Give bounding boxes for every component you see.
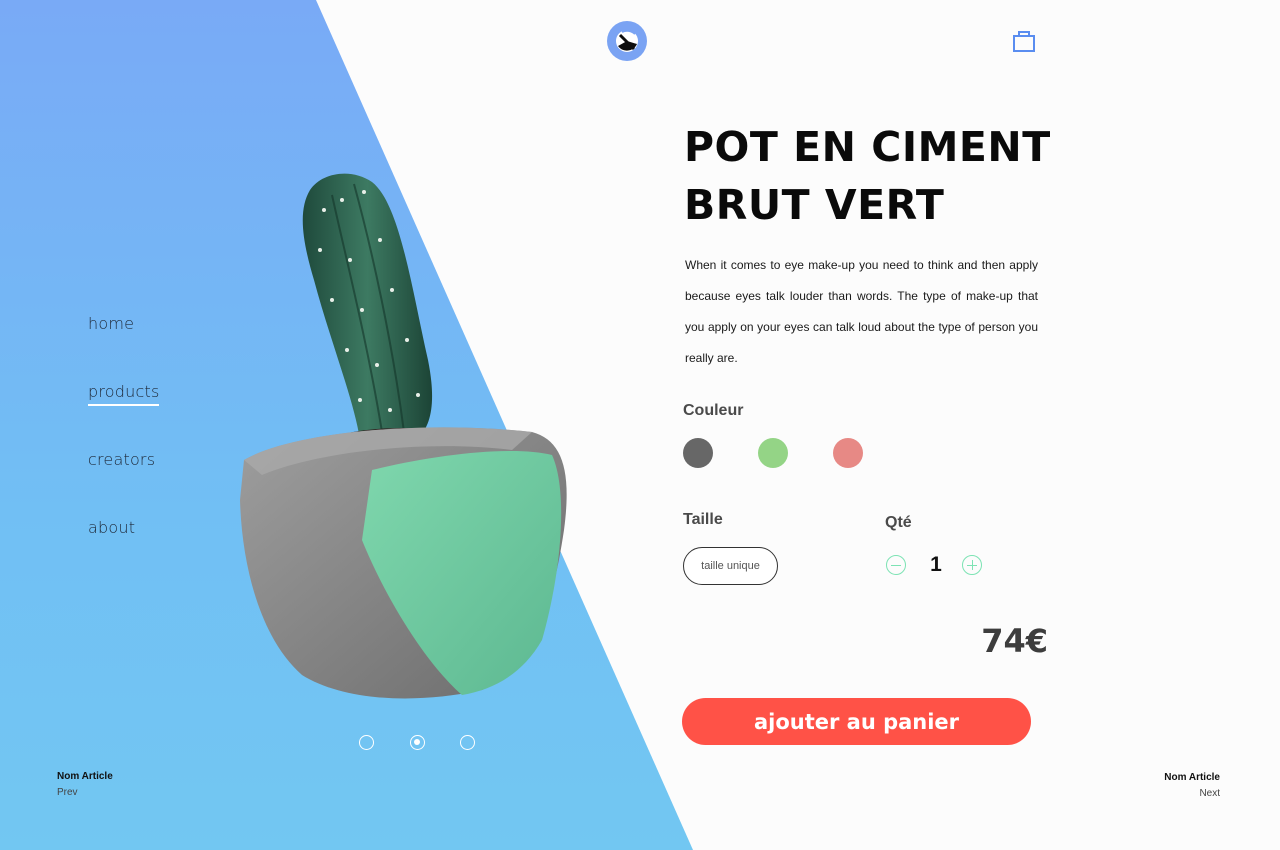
nav-item-products[interactable]: products [88,382,160,450]
color-swatch-grey[interactable] [683,438,713,468]
color-label: Couleur [683,402,744,419]
product-image [232,170,577,710]
qty-value: 1 [930,553,942,576]
side-nav: home products creators about [88,314,160,586]
prev-label: Prev [57,787,78,798]
carousel-dot-2[interactable] [410,735,425,750]
nav-item-label: products [88,382,160,406]
prev-article-title: Nom Article [57,771,113,782]
nav-item-creators[interactable]: creators [88,450,159,518]
brand-logo-icon[interactable] [607,21,647,61]
product-description: When it comes to eye make-up you need to… [685,258,1038,365]
color-swatch-green[interactable] [758,438,788,468]
carousel-dot-3[interactable] [460,735,475,750]
prev-article-link[interactable]: Nom Article Prev [57,771,113,798]
color-swatch-pink[interactable] [833,438,863,468]
product-price: 74€ [981,622,1048,660]
nav-item-label: home [88,314,135,333]
shopping-bag-icon[interactable] [1011,27,1037,55]
next-label: Next [1199,788,1220,799]
qty-label: Qté [885,514,912,531]
nav-item-label: creators [88,450,156,469]
product-title-line-2: BRUT VERT [684,181,945,229]
next-article-link[interactable]: Nom Article Next [1164,772,1220,799]
product-title: POT EN CIMENT BRUT VERT [684,118,1104,234]
qty-increase-button[interactable] [962,555,982,575]
product-title-line-1: POT EN CIMENT [684,123,1051,171]
carousel-dot-1[interactable] [359,735,374,750]
nav-item-home[interactable]: home [88,314,159,382]
add-to-cart-button[interactable]: ajouter au panier [682,698,1031,745]
size-option-button[interactable]: taille unique [683,547,778,585]
size-label: Taille [683,511,723,528]
qty-decrease-button[interactable] [886,555,906,575]
next-article-title: Nom Article [1164,772,1220,783]
nav-item-label: about [88,518,136,537]
nav-item-about[interactable]: about [88,518,159,586]
